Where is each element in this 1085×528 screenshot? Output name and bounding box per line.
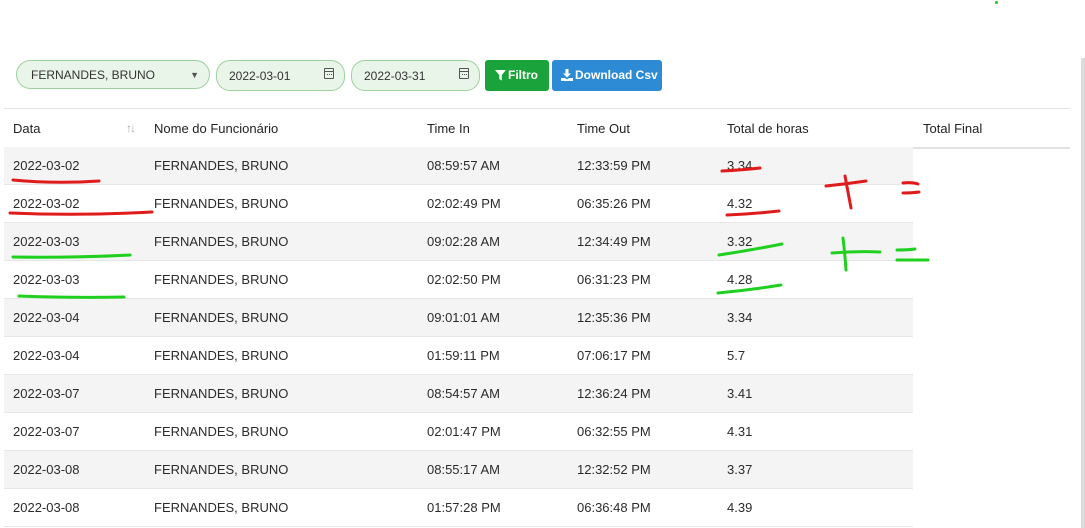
date-to-input[interactable]: 2022-03-31 xyxy=(351,60,480,91)
cell-data: 2022-03-08 xyxy=(13,462,80,477)
cell-nome: FERNANDES, BRUNO xyxy=(154,348,289,363)
cell-time-in: 09:01:01 AM xyxy=(427,310,500,325)
cell-time-out: 06:36:48 PM xyxy=(577,500,651,515)
table-row[interactable]: 2022-03-02 FERNANDES, BRUNO 02:02:49 PM 06:… xyxy=(4,185,913,223)
cell-time-in: 09:02:28 AM xyxy=(427,234,500,249)
column-header-data[interactable]: Data xyxy=(13,121,40,136)
employee-select[interactable]: FERNANDES, BRUNO ▼ xyxy=(16,60,210,89)
cell-time-in: 08:59:57 AM xyxy=(427,158,500,173)
cell-data: 2022-03-04 xyxy=(13,310,80,325)
cell-total-horas: 4.31 xyxy=(727,424,753,439)
table-row[interactable]: 2022-03-08 FERNANDES, BRUNO 01:57:28 PM 06:… xyxy=(4,489,913,527)
cell-time-in: 02:01:47 PM xyxy=(427,424,501,439)
cell-data: 2022-03-07 xyxy=(13,424,80,439)
cell-nome: FERNANDES, BRUNO xyxy=(154,272,289,287)
download-button-label: Download Csv xyxy=(575,68,658,82)
cell-total-horas: 3.37 xyxy=(727,462,753,477)
table-body: 2022-03-02 FERNANDES, BRUNO 08:59:57 AM 12:… xyxy=(4,147,913,527)
cell-time-in: 08:54:57 AM xyxy=(427,386,500,401)
cell-time-in: 01:57:28 PM xyxy=(427,500,501,515)
filter-button[interactable]: Filtro xyxy=(485,60,549,91)
cell-time-out: 12:33:59 PM xyxy=(577,158,651,173)
cell-total-horas: 3.34 xyxy=(727,158,753,173)
employee-select-value: FERNANDES, BRUNO xyxy=(31,68,156,82)
cell-total-horas: 3.41 xyxy=(727,386,753,401)
table-row[interactable]: 2022-03-03 FERNANDES, BRUNO 02:02:50 PM 06:… xyxy=(4,261,913,299)
cell-data: 2022-03-04 xyxy=(13,348,80,363)
cell-time-out: 06:35:26 PM xyxy=(577,196,651,211)
cell-time-out: 12:32:52 PM xyxy=(577,462,651,477)
column-header-total-final[interactable]: Total Final xyxy=(923,121,982,136)
cell-time-out: 06:31:23 PM xyxy=(577,272,651,287)
cell-data: 2022-03-02 xyxy=(13,196,80,211)
download-csv-button[interactable]: Download Csv xyxy=(552,60,662,91)
cell-time-out: 06:32:55 PM xyxy=(577,424,651,439)
filter-button-label: Filtro xyxy=(508,68,538,82)
table-row[interactable]: 2022-03-07 FERNANDES, BRUNO 02:01:47 PM 06:… xyxy=(4,413,913,451)
table-row[interactable]: 2022-03-04 FERNANDES, BRUNO 01:59:11 PM 07:… xyxy=(4,337,913,375)
column-header-time-in[interactable]: Time In xyxy=(427,121,470,136)
stray-dot xyxy=(995,1,998,4)
cell-total-horas: 4.32 xyxy=(727,196,753,211)
download-icon xyxy=(561,69,573,81)
scrollbar[interactable] xyxy=(1081,58,1085,528)
column-header-nome[interactable]: Nome do Funcionário xyxy=(154,121,278,136)
cell-nome: FERNANDES, BRUNO xyxy=(154,234,289,249)
funnel-icon xyxy=(495,70,506,81)
cell-total-horas: 4.28 xyxy=(727,272,753,287)
cell-data: 2022-03-02 xyxy=(13,158,80,173)
cell-nome: FERNANDES, BRUNO xyxy=(154,158,289,173)
date-from-input[interactable]: 2022-03-01 xyxy=(216,60,345,91)
cell-time-out: 12:34:49 PM xyxy=(577,234,651,249)
cell-time-in: 01:59:11 PM xyxy=(427,348,500,363)
table-row[interactable]: 2022-03-08 FERNANDES, BRUNO 08:55:17 AM 12:… xyxy=(4,451,913,489)
calendar-icon[interactable] xyxy=(459,68,469,79)
table-row[interactable]: 2022-03-04 FERNANDES, BRUNO 09:01:01 AM 12:… xyxy=(4,299,913,337)
cell-time-out: 12:35:36 PM xyxy=(577,310,651,325)
cell-data: 2022-03-03 xyxy=(13,234,80,249)
cell-time-in: 02:02:49 PM xyxy=(427,196,501,211)
cell-nome: FERNANDES, BRUNO xyxy=(154,386,289,401)
cell-data: 2022-03-07 xyxy=(13,386,80,401)
column-header-time-out[interactable]: Time Out xyxy=(577,121,630,136)
cell-total-horas: 5.7 xyxy=(727,348,746,363)
column-header-total-horas[interactable]: Total de horas xyxy=(727,121,809,136)
table-header: Data ↑↓ Nome do Funcionário Time In Time… xyxy=(4,108,1070,149)
table-row[interactable]: 2022-03-02 FERNANDES, BRUNO 08:59:57 AM 12:… xyxy=(4,147,913,185)
cell-total-horas: 3.34 xyxy=(727,310,753,325)
calendar-icon[interactable] xyxy=(324,68,334,79)
table-row[interactable]: 2022-03-03 FERNANDES, BRUNO 09:02:28 AM 12:… xyxy=(4,223,913,261)
cell-time-in: 02:02:50 PM xyxy=(427,272,501,287)
cell-time-out: 07:06:17 PM xyxy=(577,348,651,363)
cell-total-horas: 3.32 xyxy=(727,234,753,249)
cell-time-in: 08:55:17 AM xyxy=(427,462,500,477)
cell-data: 2022-03-03 xyxy=(13,272,80,287)
cell-nome: FERNANDES, BRUNO xyxy=(154,500,289,515)
cell-total-horas: 4.39 xyxy=(727,500,753,515)
timesheet-table: Data ↑↓ Nome do Funcionário Time In Time… xyxy=(4,108,1070,527)
cell-nome: FERNANDES, BRUNO xyxy=(154,310,289,325)
date-to-value: 2022-03-31 xyxy=(364,69,426,83)
date-from-value: 2022-03-01 xyxy=(229,69,291,83)
cell-nome: FERNANDES, BRUNO xyxy=(154,196,289,211)
chevron-down-icon: ▼ xyxy=(190,70,199,80)
cell-nome: FERNANDES, BRUNO xyxy=(154,424,289,439)
cell-nome: FERNANDES, BRUNO xyxy=(154,462,289,477)
cell-data: 2022-03-08 xyxy=(13,500,80,515)
sort-icon[interactable]: ↑↓ xyxy=(126,121,136,135)
table-row[interactable]: 2022-03-07 FERNANDES, BRUNO 08:54:57 AM 12:… xyxy=(4,375,913,413)
cell-time-out: 12:36:24 PM xyxy=(577,386,651,401)
